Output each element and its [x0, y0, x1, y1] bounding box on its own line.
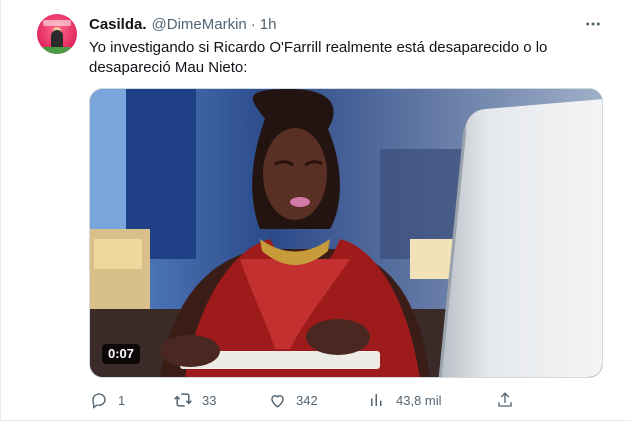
avatar-banner-shape: [43, 20, 71, 26]
tweet-actions-bar: 1 33 342 43,8 mil: [89, 388, 609, 412]
timestamp[interactable]: 1h: [260, 16, 277, 33]
reply-count: 1: [118, 392, 126, 408]
user-handle[interactable]: @DimeMarkin: [152, 16, 247, 33]
retweet-icon: [173, 390, 193, 410]
video-frame: [90, 89, 602, 377]
like-count: 342: [296, 392, 318, 408]
tweet-card[interactable]: Casilda. @DimeMarkin · 1h Yo investigand…: [0, 0, 631, 421]
views-count: 43,8 mil: [396, 392, 442, 408]
avatar-ground-shape: [43, 47, 71, 54]
display-name[interactable]: Casilda.: [89, 16, 147, 33]
avatar-person-shape: [51, 30, 63, 48]
heart-icon: [267, 390, 287, 410]
retweet-count: 33: [202, 392, 217, 408]
video-player[interactable]: 0:07: [89, 88, 603, 378]
share-icon: [495, 390, 515, 410]
reply-button[interactable]: 1: [89, 388, 125, 412]
video-duration-badge: 0:07: [102, 344, 141, 364]
views-button[interactable]: 43,8 mil: [367, 388, 442, 412]
separator-dot: ·: [250, 15, 256, 33]
tweet-text: Yo investigando si Ricardo O'Farrill rea…: [89, 39, 548, 76]
more-icon: [586, 22, 600, 26]
share-button[interactable]: [495, 388, 515, 412]
retweet-button[interactable]: 33: [173, 388, 216, 412]
more-options-button[interactable]: [583, 14, 603, 34]
avatar[interactable]: [37, 14, 77, 54]
reply-icon: [89, 390, 109, 410]
views-icon: [367, 390, 387, 410]
tweet-header: Casilda. @DimeMarkin · 1h: [89, 14, 276, 34]
like-button[interactable]: 342: [267, 388, 318, 412]
